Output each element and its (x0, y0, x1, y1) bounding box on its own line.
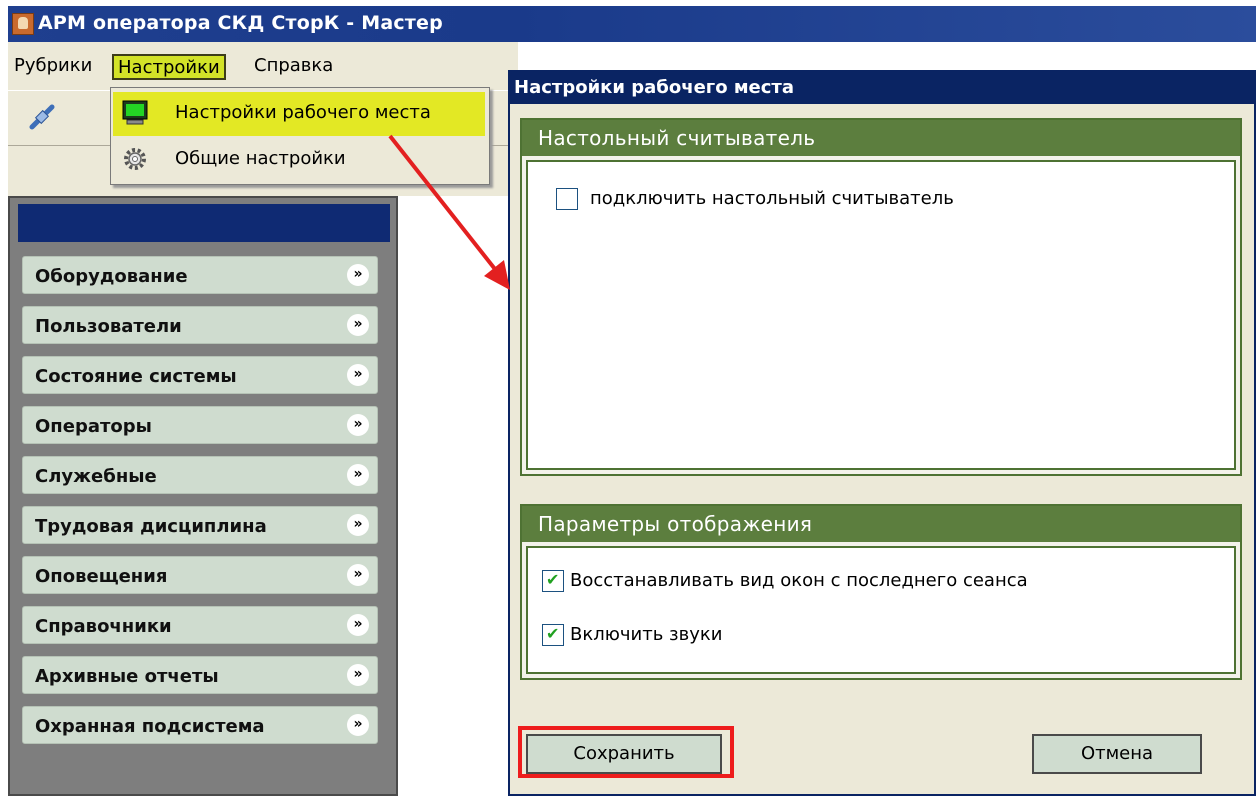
category-label: Трудовая дисциплина (35, 516, 267, 537)
workplace-settings-dialog: Настройки рабочего места Настольный счит… (508, 70, 1256, 796)
chevron-down-icon[interactable]: » (347, 664, 369, 686)
category-label: Служебные (35, 466, 157, 487)
chevron-down-icon[interactable]: » (347, 364, 369, 386)
category-label: Справочники (35, 616, 172, 637)
category-label: Пользователи (35, 316, 182, 337)
menu-item-label: Настройки рабочего места (175, 102, 431, 123)
annotation-arrow (388, 134, 510, 290)
checkbox-label: Восстанавливать вид окон с последнего се… (570, 570, 1028, 591)
connect-reader-checkbox[interactable] (556, 188, 578, 210)
chevron-down-icon[interactable]: » (347, 464, 369, 486)
app-icon (12, 13, 34, 35)
restore-windows-checkbox[interactable] (542, 570, 564, 592)
desktop-reader-group: Настольный считыватель подключить настол… (520, 118, 1242, 476)
chevron-down-icon[interactable]: » (347, 314, 369, 336)
chevron-down-icon[interactable]: » (347, 714, 369, 736)
menu-item-label: Общие настройки (175, 148, 346, 169)
cancel-button[interactable]: Отмена (1032, 734, 1202, 774)
title-bar: АРМ оператора СКД СторК - Мастер (8, 6, 1256, 42)
category-labor-discipline[interactable]: Трудовая дисциплина » (22, 506, 378, 544)
dialog-title: Настройки рабочего места (510, 72, 1254, 104)
chevron-down-icon[interactable]: » (347, 264, 369, 286)
category-label: Архивные отчеты (35, 666, 219, 687)
category-equipment[interactable]: Оборудование » (22, 256, 378, 294)
group-header: Параметры отображения (522, 506, 1240, 542)
chevron-down-icon[interactable]: » (347, 614, 369, 636)
display-params-group: Параметры отображения Восстанавливать ви… (520, 504, 1242, 680)
window-title: АРМ оператора СКД СторК - Мастер (38, 12, 443, 34)
group-body: Восстанавливать вид окон с последнего се… (526, 546, 1236, 674)
category-archive-reports[interactable]: Архивные отчеты » (22, 656, 378, 694)
category-security-subsystem[interactable]: Охранная подсистема » (22, 706, 378, 744)
chevron-down-icon[interactable]: » (347, 564, 369, 586)
chevron-down-icon[interactable]: » (347, 514, 369, 536)
category-label: Операторы (35, 416, 152, 437)
category-users[interactable]: Пользователи » (22, 306, 378, 344)
menu-rubriki[interactable]: Рубрики (10, 54, 96, 80)
category-system-state[interactable]: Состояние системы » (22, 356, 378, 394)
chevron-down-icon[interactable]: » (347, 414, 369, 436)
group-header: Настольный считыватель (522, 120, 1240, 156)
category-operators[interactable]: Операторы » (22, 406, 378, 444)
gear-icon (124, 148, 146, 170)
category-label: Оборудование (35, 266, 188, 287)
enable-sounds-checkbox[interactable] (542, 624, 564, 646)
monitor-icon (122, 100, 148, 125)
category-label: Охранная подсистема (35, 716, 265, 737)
checkbox-label: подключить настольный считыватель (590, 188, 954, 209)
menu-settings[interactable]: Настройки (112, 54, 226, 80)
category-directories[interactable]: Справочники » (22, 606, 378, 644)
navigation-header (18, 204, 390, 242)
category-label: Оповещения (35, 566, 168, 587)
menu-bar: Рубрики Настройки Справка (8, 42, 518, 90)
checkbox-label: Включить звуки (570, 624, 723, 645)
connect-icon[interactable] (26, 101, 58, 133)
category-service[interactable]: Служебные » (22, 456, 378, 494)
group-body: подключить настольный считыватель (526, 160, 1236, 470)
category-notifications[interactable]: Оповещения » (22, 556, 378, 594)
menu-help[interactable]: Справка (250, 54, 337, 80)
category-label: Состояние системы (35, 366, 237, 387)
save-highlight-outline (518, 726, 734, 778)
